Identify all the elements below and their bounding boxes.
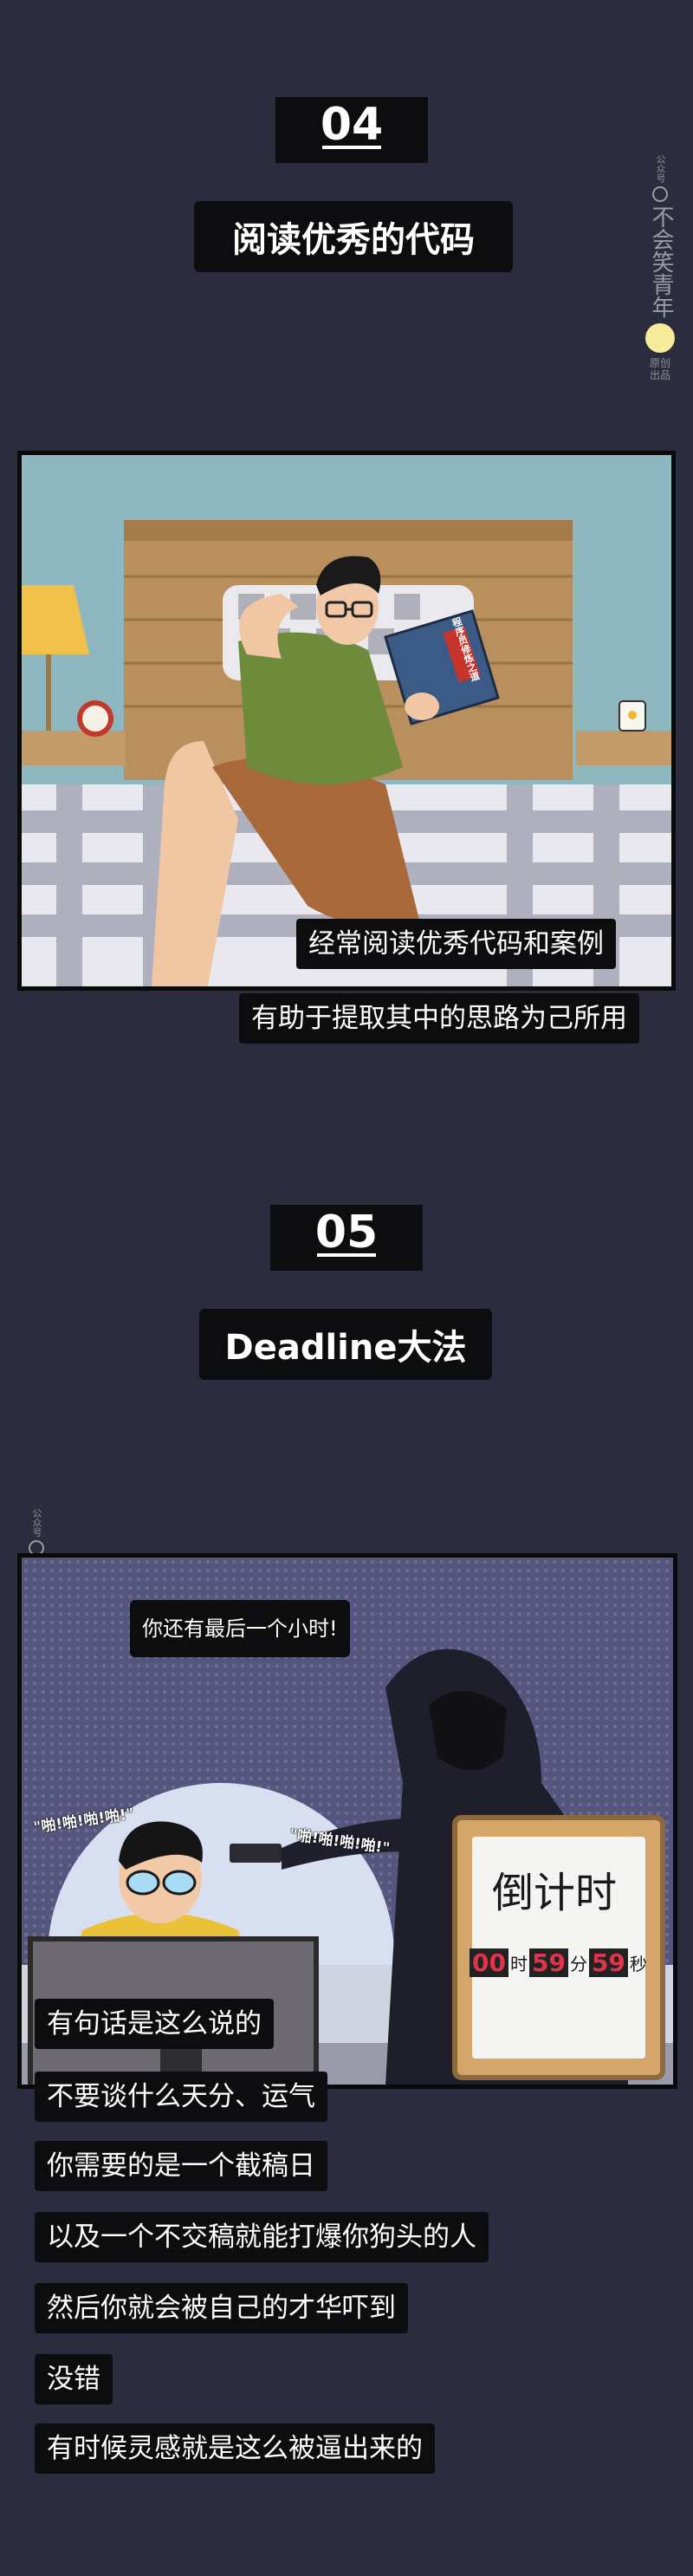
countdown-hours-unit: 时 [509, 1954, 528, 1974]
caption-line: 以及一个不交稿就能打爆你狗头的人 [35, 2212, 489, 2262]
section-title: Deadline大法 [224, 1328, 467, 1368]
countdown-hours: 00 [470, 1948, 508, 1977]
section-title: 阅读优秀的代码 [232, 220, 475, 260]
section-number: 04 [320, 99, 384, 151]
alarm-clock-icon [77, 700, 113, 737]
countdown-label: 倒计时 [491, 1869, 617, 1917]
caption-line: 有句话是这么说的 [35, 1999, 274, 2049]
watermark-logo-icon [652, 186, 668, 202]
watermark-name: 不会笑青年 [647, 205, 674, 318]
countdown-seconds: 59 [588, 1948, 628, 1977]
countdown-seconds-unit: 秒 [629, 1954, 647, 1974]
watermark-original-label: 原创出品 [650, 357, 671, 381]
caption-line: 有时候灵感就是这么被逼出来的 [35, 2423, 435, 2474]
reading-illustration [17, 451, 676, 991]
watermark-face-icon [645, 323, 675, 353]
caption-line: 你需要的是一个截稿日 [35, 2141, 327, 2191]
caption-line: 然后你就会被自己的才华吓到 [35, 2283, 408, 2333]
section-number-badge: 05 [270, 1205, 423, 1271]
section-number-badge: 04 [275, 97, 428, 163]
caption-line: 经常阅读优秀代码和案例 [296, 919, 616, 969]
speech-bubble: 你还有最后一个小时! [130, 1600, 350, 1657]
gun-icon [230, 1844, 282, 1863]
watermark-right: 公众号 不会笑青年 原创出品 [643, 154, 677, 382]
section-title-badge: 阅读优秀的代码 [194, 201, 513, 272]
caption-line: 没错 [35, 2354, 113, 2404]
watermark-account-label: 公众号 [655, 154, 667, 183]
section-title-badge: Deadline大法 [199, 1309, 492, 1380]
section-number-underline [322, 146, 381, 149]
countdown-minutes-unit: 分 [569, 1954, 587, 1974]
watermark-account-label: 公众号 [31, 1508, 43, 1537]
caption-line: 不要谈什么天分、运气 [35, 2072, 327, 2122]
section-number: 05 [314, 1207, 379, 1259]
countdown-minutes: 59 [528, 1948, 568, 1977]
caption-line: 有助于提取其中的思路为己所用 [239, 993, 639, 1044]
countdown-timer: 00 时 59 分 59 秒 [470, 1948, 647, 1977]
reading-scene-svg [22, 455, 671, 986]
section-number-underline [317, 1253, 376, 1257]
